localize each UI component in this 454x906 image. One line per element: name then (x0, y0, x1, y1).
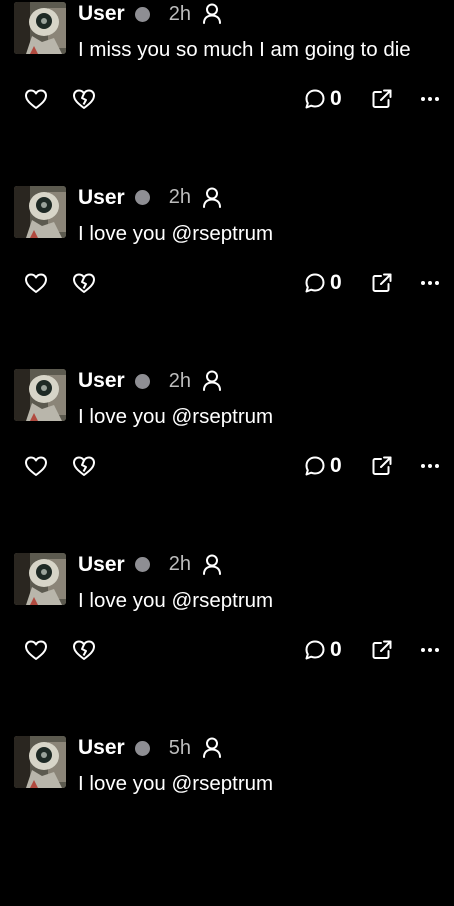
broken-heart-icon (73, 640, 95, 660)
heart-icon (25, 456, 47, 476)
more-button[interactable] (420, 84, 440, 114)
comment-button[interactable]: 0 (304, 635, 342, 665)
more-dots-icon (421, 647, 439, 652)
post-actions: 0 (0, 84, 454, 114)
dislike-button[interactable] (72, 268, 96, 298)
post-text: I love you @rseptrum (78, 221, 274, 245)
comment-button[interactable]: 0 (304, 84, 342, 114)
timestamp: 5h (168, 736, 191, 759)
post-actions: 0 (0, 635, 454, 665)
avatar[interactable] (14, 552, 66, 605)
like-button[interactable] (24, 451, 48, 481)
share-button[interactable] (371, 635, 393, 665)
more-dots-icon (421, 280, 439, 285)
comment-bubble-icon (305, 456, 325, 476)
like-button[interactable] (24, 268, 48, 298)
share-button[interactable] (371, 268, 393, 298)
post: User 2h I miss you so much I am going to… (0, 0, 454, 172)
post: User 5h I love you @rseptrum (0, 722, 454, 906)
username[interactable]: User (78, 369, 125, 393)
status-dot (134, 6, 150, 22)
comment-bubble-icon (305, 640, 325, 659)
status-dot (134, 190, 150, 205)
post-text: I love you @rseptrum (78, 588, 274, 612)
post-feed: User 2h I miss you so much I am going to… (0, 0, 454, 906)
person-icon (202, 737, 222, 759)
share-button[interactable] (371, 451, 393, 481)
more-dots-icon (421, 464, 439, 468)
comment-count: 0 (330, 454, 342, 477)
heart-icon (25, 89, 47, 109)
comment-count: 0 (330, 270, 342, 294)
broken-heart-icon (73, 89, 95, 109)
comment-bubble-icon (305, 89, 325, 109)
timestamp: 2h (168, 553, 191, 575)
share-external-icon (372, 640, 392, 659)
avatar-image (14, 552, 66, 605)
avatar-image (14, 736, 66, 788)
post-header: User 2h (78, 0, 222, 28)
timestamp: 2h (168, 369, 191, 392)
post-header: User 2h (78, 184, 222, 212)
username[interactable]: User (78, 736, 125, 760)
comment-bubble-icon (305, 273, 325, 292)
comment-count: 0 (330, 87, 342, 110)
post: User 2h I love you @rseptrum 0 (0, 172, 454, 356)
comment-button[interactable]: 0 (304, 268, 342, 298)
person-icon (202, 187, 222, 209)
post: User 2h I love you @rseptrum 0 (0, 355, 454, 539)
timestamp: 2h (168, 186, 191, 208)
broken-heart-icon (73, 456, 95, 476)
username[interactable]: User (78, 553, 125, 577)
post: User 2h I love you @rseptrum 0 (0, 539, 454, 723)
more-button[interactable] (420, 635, 440, 665)
share-external-icon (372, 456, 392, 475)
avatar-image (14, 185, 66, 238)
avatar[interactable] (14, 369, 66, 421)
post-header: User 5h (78, 734, 222, 762)
avatar[interactable] (14, 2, 66, 54)
share-button[interactable] (371, 84, 393, 114)
heart-icon (25, 640, 47, 660)
more-dots-icon (421, 97, 439, 101)
person-icon (202, 554, 222, 576)
more-button[interactable] (420, 268, 440, 298)
dislike-button[interactable] (72, 451, 96, 481)
comment-count: 0 (330, 637, 342, 661)
like-button[interactable] (24, 84, 48, 114)
status-dot (134, 373, 150, 389)
username[interactable]: User (78, 2, 125, 26)
person-icon (202, 3, 222, 25)
post-text: I love you @rseptrum (78, 405, 274, 428)
avatar[interactable] (14, 185, 66, 238)
person-icon (202, 370, 222, 392)
post-actions: 0 (0, 451, 454, 481)
post-text: I miss you so much I am going to die (78, 38, 411, 61)
post-text: I love you @rseptrum (78, 772, 274, 795)
share-external-icon (372, 273, 392, 292)
post-header: User 2h (78, 367, 222, 395)
username[interactable]: User (78, 186, 125, 210)
post-actions: 0 (0, 268, 454, 298)
broken-heart-icon (73, 273, 95, 293)
avatar[interactable] (14, 736, 66, 788)
avatar-image (14, 369, 66, 421)
dislike-button[interactable] (72, 84, 96, 114)
timestamp: 2h (168, 2, 191, 25)
avatar-image (14, 2, 66, 54)
comment-button[interactable]: 0 (304, 451, 342, 481)
post-header: User 2h (78, 551, 222, 579)
more-button[interactable] (420, 451, 440, 481)
share-external-icon (372, 89, 392, 108)
status-dot (134, 557, 150, 572)
status-dot (134, 740, 150, 756)
dislike-button[interactable] (72, 635, 96, 665)
like-button[interactable] (24, 635, 48, 665)
heart-icon (25, 273, 47, 293)
